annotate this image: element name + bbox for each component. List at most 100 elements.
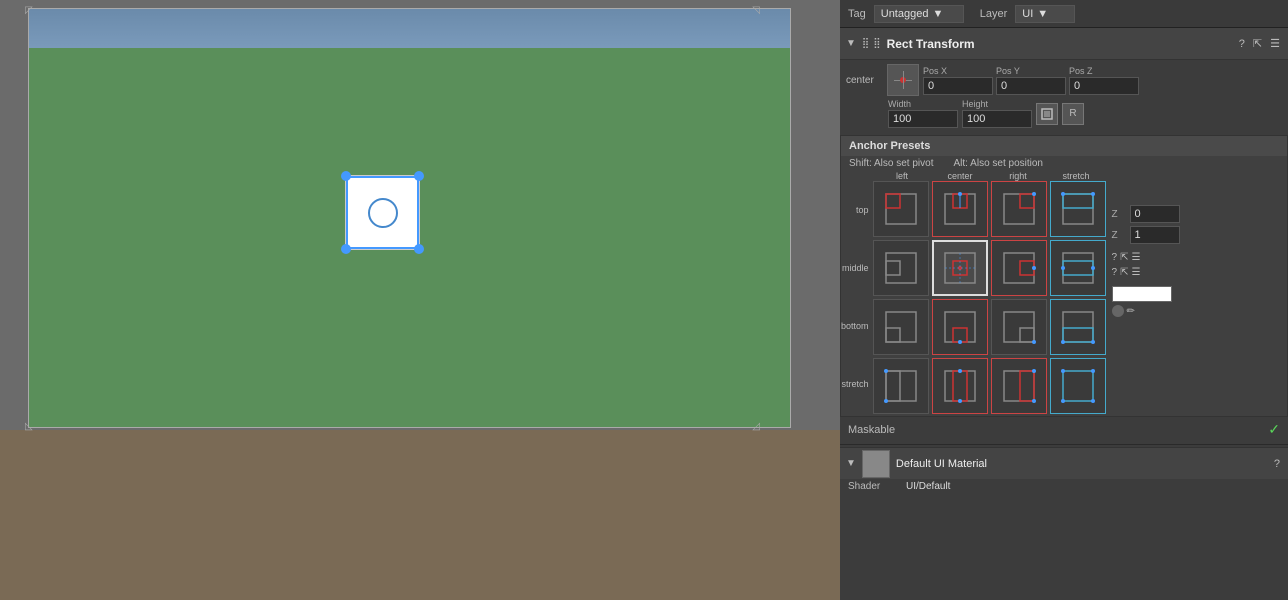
side-icon-row-1: ? ⇱ ☰ (1112, 252, 1283, 263)
row-label-middle: middle (841, 239, 873, 297)
menu-icon[interactable]: ☰ (1268, 35, 1282, 52)
anchor-bottom-stretch[interactable] (1050, 299, 1106, 355)
pos-x-input[interactable] (923, 77, 993, 95)
col-label-right: right (989, 171, 1047, 181)
blueprint-buttons: R (1036, 103, 1084, 125)
tag-value: Untagged (881, 8, 929, 20)
tag-layer-bar: Tag Untagged ▼ Layer UI ▼ (840, 0, 1288, 28)
pos-y-field: Pos Y (996, 66, 1066, 95)
sky (28, 8, 791, 48)
handle-tl[interactable] (341, 171, 351, 181)
side-icons: ? ⇱ ☰ ? ⇱ ☰ (1112, 252, 1283, 317)
pos-fields: Pos X Pos Y Pos Z (923, 66, 1139, 95)
pivot-dot (900, 77, 906, 83)
color-swatch[interactable] (1112, 286, 1172, 302)
z-value-section: Z Z (1112, 205, 1283, 244)
divider (840, 444, 1288, 445)
pos-z-label: Pos Z (1069, 66, 1139, 76)
collapse-arrow-icon[interactable]: ▼ (846, 38, 856, 49)
help-icon-side2[interactable]: ? (1112, 267, 1118, 278)
pos-y-input[interactable] (996, 77, 1066, 95)
component-title: Rect Transform (887, 37, 1231, 51)
r-button[interactable]: R (1062, 103, 1084, 125)
circle-btn[interactable] (1112, 305, 1124, 317)
anchor-subtitle: Shift: Also set pivot Alt: Also set posi… (841, 156, 1287, 171)
material-collapse-arrow[interactable]: ▼ (846, 458, 856, 469)
anchor-col-labels: left center right stretch (873, 171, 1108, 181)
tag-dropdown-arrow: ▼ (932, 8, 943, 20)
anchor-stretch-center[interactable] (932, 358, 988, 414)
pivot-area: center (846, 64, 919, 96)
anchor-bottom-right[interactable] (991, 299, 1047, 355)
pos-z-input[interactable] (1069, 77, 1139, 95)
anchor-middle-right[interactable] (991, 240, 1047, 296)
anchor-top-right[interactable] (991, 181, 1047, 237)
help-icon-side[interactable]: ? (1112, 252, 1118, 263)
pos-y-label: Pos Y (996, 66, 1066, 76)
anchor-middle-stretch[interactable] (1050, 240, 1106, 296)
grid-rows: top middle bottom stretch (841, 181, 1108, 416)
blueprint-icon[interactable] (1036, 103, 1058, 125)
maskable-row: Maskable ✓ (840, 417, 1288, 442)
menu-icon-side2[interactable]: ☰ (1131, 267, 1140, 278)
z-label-1: Z (1112, 230, 1126, 241)
scene-object[interactable] (345, 175, 420, 250)
rt-row-2: Width Height R (888, 99, 1282, 128)
rt-row-1: center Pos X Pos Y Pos Z (846, 64, 1282, 96)
layer-dropdown-arrow: ▼ (1037, 8, 1048, 20)
height-input[interactable] (962, 110, 1032, 128)
anchor-top-center[interactable] (932, 181, 988, 237)
anchor-stretch-right[interactable] (991, 358, 1047, 414)
z-row-1: Z (1112, 226, 1283, 244)
anchor-stretch-left[interactable] (873, 358, 929, 414)
height-label: Height (962, 99, 1032, 109)
material-name: Default UI Material (896, 458, 1266, 470)
anchor-bottom-left[interactable] (873, 299, 929, 355)
tag-dropdown[interactable]: Untagged ▼ (874, 5, 964, 23)
expand-icon[interactable]: ⇱ (1251, 35, 1264, 52)
anchor-grid-wrapper: left center right stretch top middle (841, 171, 1287, 416)
eyedropper-icon[interactable]: ✏ (1127, 306, 1135, 317)
anchor-top-stretch[interactable] (1050, 181, 1106, 237)
help-icon[interactable]: ? (1237, 36, 1247, 52)
side-icon-row-2: ? ⇱ ☰ (1112, 267, 1283, 278)
menu-icon-side[interactable]: ☰ (1131, 252, 1140, 263)
anchor-top-left[interactable] (873, 181, 929, 237)
z-input-1[interactable] (1130, 226, 1180, 244)
pivot-label: center (846, 75, 881, 86)
width-label: Width (888, 99, 958, 109)
anchor-header: Anchor Presets (841, 136, 1287, 156)
row-label-top: top (841, 181, 873, 239)
layer-label: Layer (980, 8, 1008, 20)
z-input-0[interactable] (1130, 205, 1180, 223)
anchor-grid (873, 181, 1108, 416)
width-input[interactable] (888, 110, 958, 128)
anchor-middle-center[interactable] (932, 240, 988, 296)
layout-icon-side[interactable]: ⇱ (1120, 252, 1128, 263)
tag-label: Tag (848, 8, 866, 20)
anchor-stretch-stretch[interactable] (1050, 358, 1106, 414)
anchor-bottom-center[interactable] (932, 299, 988, 355)
handle-br[interactable] (414, 244, 424, 254)
maskable-checkmark: ✓ (1268, 421, 1280, 438)
color-area: ✏ (1112, 286, 1283, 317)
corner-br: ◿ (752, 421, 760, 432)
shader-label: Shader (848, 481, 898, 492)
material-header: ▼ Default UI Material ? (840, 447, 1288, 479)
material-help-icon[interactable]: ? (1272, 456, 1282, 472)
shift-text: Shift: Also set pivot (849, 158, 934, 169)
layer-dropdown[interactable]: UI ▼ (1015, 5, 1075, 23)
pos-x-label: Pos X (923, 66, 993, 76)
anchor-middle-left[interactable] (873, 240, 929, 296)
pivot-icon[interactable] (887, 64, 919, 96)
shader-value: UI/Default (906, 481, 950, 492)
pos-z-field: Pos Z (1069, 66, 1139, 95)
handle-bl[interactable] (341, 244, 351, 254)
row-label-stretch: stretch (841, 355, 873, 413)
handle-tr[interactable] (414, 171, 424, 181)
corner-bl: ◺ (25, 421, 33, 432)
material-thumbnail[interactable] (862, 450, 890, 478)
header-icons: ? ⇱ ☰ (1237, 35, 1282, 52)
anchor-panel: Anchor Presets Shift: Also set pivot Alt… (840, 135, 1288, 417)
layout-icon-side2[interactable]: ⇱ (1120, 267, 1128, 278)
